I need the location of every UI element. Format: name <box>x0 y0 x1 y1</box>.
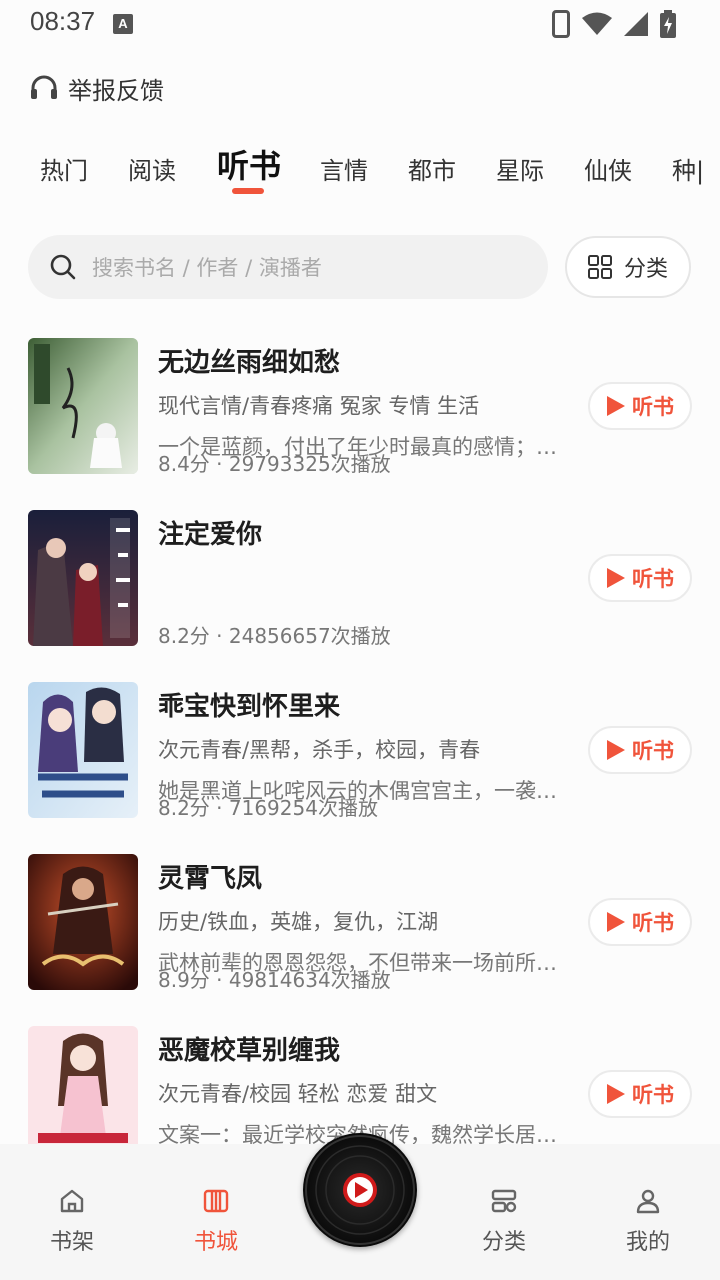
search-bar[interactable]: 搜索书名 / 作者 / 演播者 <box>28 235 548 299</box>
book-cover[interactable] <box>28 854 138 990</box>
phone-icon <box>552 10 570 38</box>
listen-button[interactable]: 听书 <box>588 898 692 946</box>
bookstore-icon <box>203 1189 229 1213</box>
headphones-icon <box>31 75 57 99</box>
book-cover[interactable] <box>28 1026 138 1162</box>
wifi-icon <box>582 12 612 35</box>
listen-button[interactable]: 听书 <box>588 554 692 602</box>
profile-icon <box>636 1189 660 1214</box>
status-bar: 08:37 A <box>0 0 720 48</box>
play-icon <box>607 740 625 760</box>
listen-button[interactable]: 听书 <box>588 382 692 430</box>
listen-button-label: 听书 <box>632 911 674 935</box>
tab-farming[interactable]: 种| <box>672 151 704 186</box>
nav-category-label: 分类 <box>481 1230 526 1255</box>
book-item[interactable]: 乖宝快到怀里来 次元青春/黑帮，杀手，校园，青春 她是黑道上叱咤风云的木偶宫宫主… <box>0 682 720 822</box>
listen-button-label: 听书 <box>632 567 674 591</box>
status-icons <box>552 8 676 40</box>
signal-icon <box>624 12 648 36</box>
vinyl-disc-icon <box>305 1135 415 1245</box>
tab-audiobook[interactable]: 听书 <box>217 141 281 187</box>
book-stats: 8.2分 · 7169254次播放 <box>158 796 378 820</box>
player-disc-button[interactable] <box>303 1133 417 1247</box>
book-cover[interactable] <box>28 510 138 646</box>
tab-interstellar[interactable]: 星际 <box>496 151 544 186</box>
book-stats: 8.2分 · 24856657次播放 <box>158 624 391 648</box>
book-title: 恶魔校草别缠我 <box>158 1036 341 1066</box>
category-icon <box>491 1189 517 1213</box>
listen-button-label: 听书 <box>632 1083 674 1107</box>
play-icon <box>607 396 625 416</box>
book-title: 无边丝雨细如愁 <box>158 348 341 378</box>
book-title: 灵霄飞凤 <box>158 864 263 894</box>
book-title: 注定爱你 <box>158 520 263 550</box>
listen-button-label: 听书 <box>632 395 674 419</box>
tab-xianxia[interactable]: 仙侠 <box>584 151 632 186</box>
search-placeholder: 搜索书名 / 作者 / 演播者 <box>92 256 322 280</box>
category-button[interactable]: 分类 <box>565 236 691 298</box>
book-item[interactable]: 注定爱你 8.2分 · 24856657次播放 听书 <box>0 510 720 650</box>
grid-icon <box>587 255 612 279</box>
nav-bookshelf-label: 书架 <box>49 1230 94 1255</box>
category-button-label: 分类 <box>623 257 668 282</box>
report-feedback[interactable]: 举报反馈 <box>30 68 164 108</box>
book-item[interactable]: 灵霄飞凤 历史/铁血，英雄，复仇，江湖 武林前辈的恩恩怨怨，不但带来一场前所… … <box>0 854 720 994</box>
battery-icon <box>660 10 676 38</box>
report-feedback-label: 举报反馈 <box>68 76 164 105</box>
notification-a-icon: A <box>113 14 133 34</box>
nav-profile-label: 我的 <box>625 1230 670 1255</box>
play-icon <box>607 568 625 588</box>
listen-button[interactable]: 听书 <box>588 1070 692 1118</box>
play-icon <box>607 1084 625 1104</box>
nav-bookstore-label: 书城 <box>193 1230 238 1255</box>
play-icon <box>607 912 625 932</box>
listen-button-label: 听书 <box>632 739 674 763</box>
listen-button[interactable]: 听书 <box>588 726 692 774</box>
book-tags: 历史/铁血，英雄，复仇，江湖 <box>158 910 439 934</box>
active-tab-indicator <box>232 188 264 194</box>
nav-bookstore[interactable]: 书城 <box>166 1188 266 1256</box>
nav-bookshelf[interactable]: 书架 <box>22 1188 122 1256</box>
tab-urban[interactable]: 都市 <box>408 151 456 186</box>
tab-hot[interactable]: 热门 <box>40 151 88 186</box>
book-stats: 8.4分 · 29793325次播放 <box>158 452 391 476</box>
home-icon <box>60 1189 84 1213</box>
book-tags: 现代言情/青春疼痛 冤家 专情 生活 <box>158 394 480 418</box>
book-title: 乖宝快到怀里来 <box>158 692 341 722</box>
tab-read[interactable]: 阅读 <box>128 151 176 186</box>
book-cover[interactable] <box>28 338 138 474</box>
book-tags: 次元青春/黑帮，杀手，校园，青春 <box>158 738 481 762</box>
nav-profile[interactable]: 我的 <box>598 1188 698 1256</box>
category-tabs: 热门 阅读 听书 言情 都市 星际 仙侠 种| <box>0 135 720 205</box>
book-cover[interactable] <box>28 682 138 818</box>
book-stats: 8.9分 · 49814634次播放 <box>158 968 391 992</box>
book-item[interactable]: 无边丝雨细如愁 现代言情/青春疼痛 冤家 专情 生活 一个是蓝颜，付出了年少时最… <box>0 338 720 478</box>
status-time: 08:37 <box>30 6 96 36</box>
nav-category[interactable]: 分类 <box>454 1188 554 1256</box>
search-icon <box>50 254 76 280</box>
book-tags: 次元青春/校园 轻松 恋爱 甜文 <box>158 1082 438 1106</box>
tab-romance[interactable]: 言情 <box>320 151 368 186</box>
